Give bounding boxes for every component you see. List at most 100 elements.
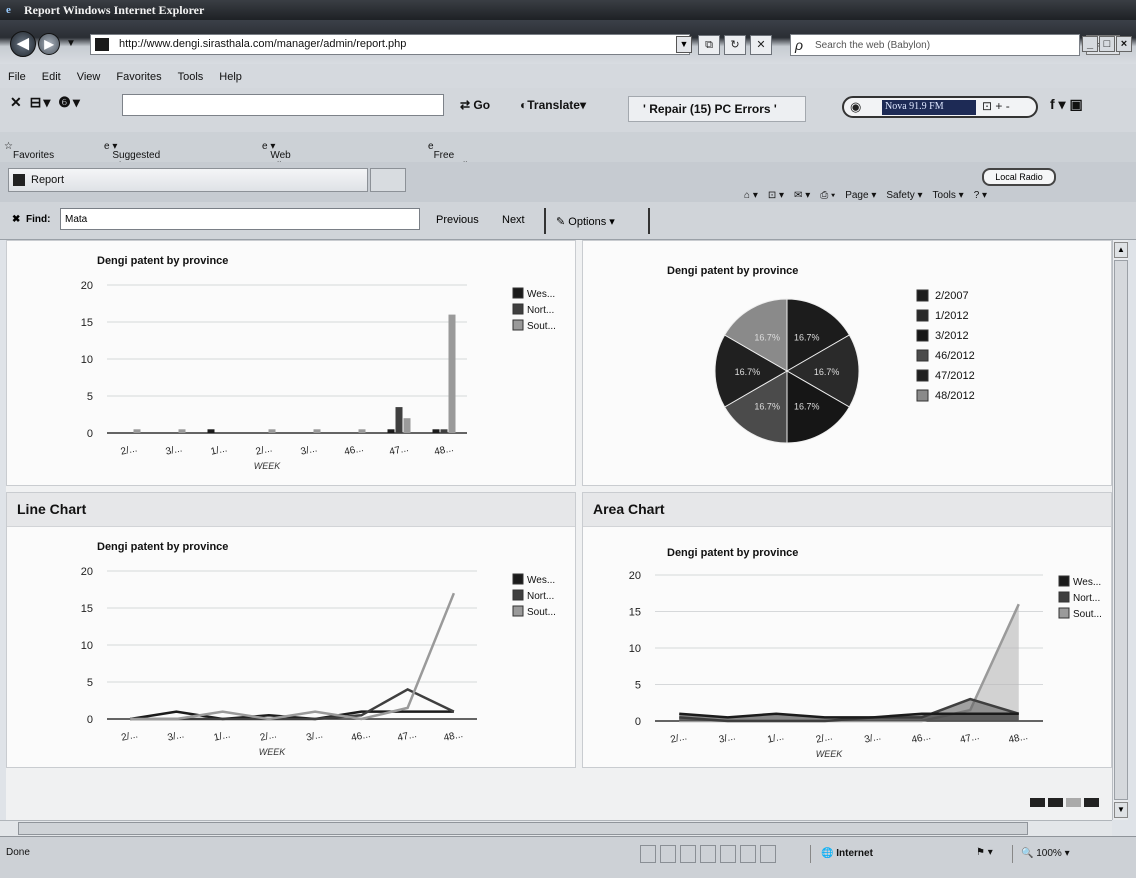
history-dropdown-icon[interactable]: ▼	[66, 38, 76, 49]
fav-free-hotmail[interactable]: e Free Hotmail	[428, 141, 467, 172]
page-dot[interactable]	[1048, 798, 1063, 807]
print-icon[interactable]: ⎙ ▾	[820, 190, 835, 201]
x-tick-label: 1/...	[766, 731, 785, 745]
x-axis-label: WEEK	[254, 461, 282, 471]
legend-label: 46/2012	[935, 350, 975, 362]
legend-swatch	[916, 389, 929, 402]
x-tick-label: 1/...	[210, 443, 229, 457]
page-indicator[interactable]	[1030, 798, 1099, 807]
new-tab-button[interactable]	[370, 168, 406, 192]
fav-web-slice-gallery[interactable]: e Web Slice Gallery ▾	[262, 141, 302, 183]
address-dropdown-icon[interactable]: ▼	[676, 36, 692, 53]
y-tick-label: 5	[87, 391, 93, 403]
vertical-scrollbar[interactable]: ▲ ▼	[1112, 240, 1128, 820]
addon-toolbar: ✕ ⊟▾ ❻▾ ⇄ Go ◐Translate▾ ' Repair (15) P…	[0, 88, 1136, 132]
legend-label: Wes...	[1073, 577, 1101, 588]
y-tick-label: 20	[81, 280, 93, 292]
feeds-icon[interactable]: ⊡ ▾	[768, 190, 784, 201]
radio-station[interactable]: Nova 91.9 FM	[882, 100, 976, 115]
back-button[interactable]: ◀	[10, 31, 36, 57]
radio-player[interactable]: ◉ Nova 91.9 FM ⊡ + -	[842, 96, 1038, 118]
fav-suggested-sites[interactable]: e Suggested Sites ▾	[104, 141, 160, 172]
find-options-button[interactable]: ✎ Options ▾	[544, 208, 650, 234]
legend-swatch	[916, 369, 929, 382]
find-close-icon[interactable]: ✖	[12, 214, 20, 225]
x-tick-label: 46...	[911, 731, 932, 746]
favorites-button[interactable]: ☆ Favorites	[4, 141, 54, 161]
minimize-button[interactable]: _	[1082, 36, 1098, 52]
legend-swatch	[916, 329, 929, 342]
bar-chart-title: Dengi patent by province	[97, 255, 229, 267]
menu-favorites[interactable]: Favorites	[116, 71, 161, 88]
tab-favicon-icon	[13, 174, 25, 186]
protected-mode-icon[interactable]: ⚑ ▾	[976, 847, 993, 858]
security-zone[interactable]: 🌐 Internet	[810, 845, 960, 863]
menu-view[interactable]: View	[77, 71, 101, 88]
find-previous-button[interactable]: Previous	[436, 214, 479, 226]
zoom-control[interactable]: 🔍 100% ▾	[1012, 845, 1108, 863]
menu-help[interactable]: Help	[219, 71, 242, 88]
radio-play-icon[interactable]: ◉	[850, 99, 861, 115]
scroll-up-icon[interactable]: ▲	[1114, 242, 1128, 258]
page-dot[interactable]	[1084, 798, 1099, 807]
maximize-button[interactable]: □	[1099, 36, 1115, 52]
home-icon[interactable]: ⌂ ▾	[744, 190, 758, 201]
mail-icon[interactable]: ✉ ▾	[794, 190, 810, 201]
vertical-scroll-thumb[interactable]	[1114, 260, 1128, 800]
y-tick-label: 0	[87, 428, 93, 440]
repair-pc-button[interactable]: ' Repair (15) PC Errors '	[628, 96, 806, 122]
address-bar[interactable]: http://www.dengi.sirasthala.com/manager/…	[90, 34, 690, 55]
legend-label: Nort...	[527, 591, 554, 602]
x-tick-label: 48...	[1008, 731, 1029, 746]
translate-button[interactable]: ◐Translate▾	[520, 98, 586, 112]
menu-edit[interactable]: Edit	[42, 71, 61, 88]
safety-menu[interactable]: Safety ▾	[886, 190, 922, 201]
page-dot[interactable]	[1066, 798, 1081, 807]
toolbar-search-field[interactable]	[122, 94, 444, 116]
x-tick-label: 48...	[433, 443, 454, 458]
x-tick-label: 3/...	[305, 729, 324, 743]
x-tick-label: 3/...	[167, 729, 186, 743]
menu-tools[interactable]: Tools	[178, 71, 204, 88]
page-menu[interactable]: Page ▾	[845, 190, 876, 201]
pie-chart: 16.7% 16.7% 16.7% 16.7% 16.7% 16.7% 2/2007 1/20…	[714, 289, 975, 444]
close-button[interactable]: ×	[1116, 36, 1132, 52]
stop-icon[interactable]: ✕	[750, 35, 772, 55]
y-tick-label: 15	[629, 607, 641, 619]
tab-report[interactable]: Report	[8, 168, 368, 192]
browser-window: e Report Windows Internet Explorer ◀ ▶ ▼…	[0, 0, 1136, 878]
bar-chart-panel: Dengi patent by province 0 5 10 15 20 2/... 3/…	[6, 240, 576, 486]
favorites-bar: ☆ Favorites e Suggested Sites ▾ e Web Sl…	[0, 132, 1136, 183]
line-chart-title: Dengi patent by province	[97, 541, 229, 553]
forward-button[interactable]: ▶	[38, 33, 60, 55]
compatibility-icon[interactable]: ⧉	[698, 35, 720, 55]
tools-menu[interactable]: Tools ▾	[933, 190, 964, 201]
go-button[interactable]: ⇄ Go	[460, 98, 490, 112]
bar	[133, 429, 141, 433]
x-tick-label: 1/...	[213, 729, 232, 743]
translate-label: Translate	[527, 98, 580, 112]
radio-volume-icon[interactable]: ⊡ + -	[982, 99, 1010, 113]
find-next-button[interactable]: Next	[502, 214, 525, 226]
legend-label: Sout...	[527, 321, 556, 332]
status-segment	[640, 845, 656, 863]
local-radio-button[interactable]: Local Radio	[982, 168, 1056, 186]
legend-label: Nort...	[1073, 593, 1100, 604]
toolbar-icons[interactable]: ✕ ⊟▾ ❻▾	[10, 94, 82, 111]
menu-file[interactable]: File	[8, 71, 26, 88]
horizontal-scroll-thumb[interactable]	[18, 822, 1028, 835]
scroll-down-icon[interactable]: ▼	[1114, 802, 1128, 818]
bar	[358, 429, 366, 433]
web-search-input[interactable]: ρ Search the web (Babylon)	[790, 34, 1080, 56]
social-icons[interactable]: f ▾ ▣	[1050, 96, 1083, 113]
y-tick-label: 20	[629, 570, 641, 582]
horizontal-scrollbar[interactable]	[0, 820, 1112, 836]
x-tick-label: 47...	[396, 729, 417, 744]
legend-swatch	[916, 349, 929, 362]
page-dot[interactable]	[1030, 798, 1045, 807]
find-input[interactable]: Mata	[60, 208, 420, 230]
ie-logo-icon: e	[6, 4, 11, 16]
x-tick-label: 2/...	[120, 729, 139, 743]
help-icon[interactable]: ? ▾	[974, 190, 987, 201]
refresh-icon[interactable]: ↻	[724, 35, 746, 55]
